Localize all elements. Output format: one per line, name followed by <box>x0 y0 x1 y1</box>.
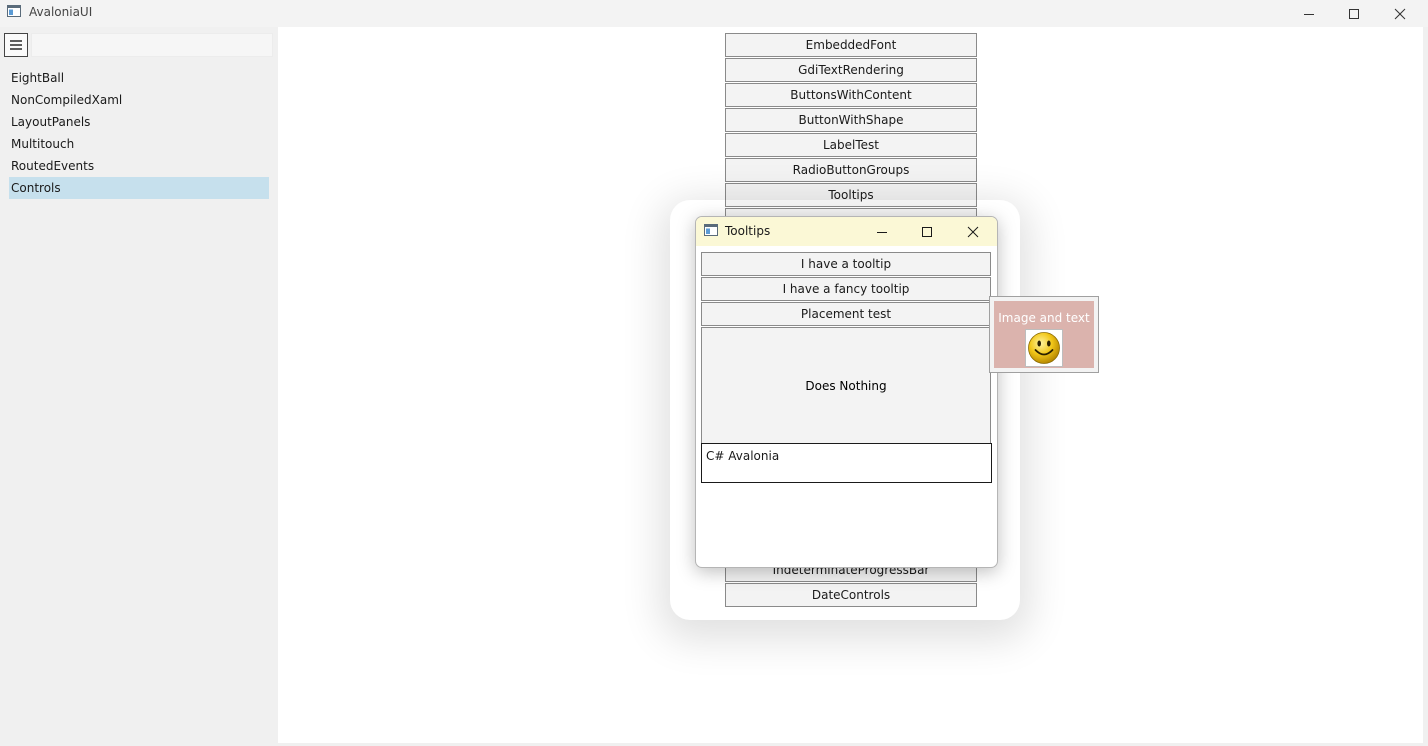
right-border <box>1423 27 1428 746</box>
placement-test-button[interactable]: Placement test <box>701 302 991 326</box>
close-icon <box>967 226 979 237</box>
minimize-button[interactable] <box>1286 0 1332 27</box>
smiley-face-icon <box>1028 332 1060 364</box>
window-title: AvaloniaUI <box>29 5 93 19</box>
dialog-close-button[interactable] <box>953 217 993 246</box>
sidebar-search-input[interactable] <box>31 33 273 57</box>
dialog-minimize-button[interactable] <box>862 217 902 246</box>
buttonswithcontent-button[interactable]: ButtonsWithContent <box>725 83 977 107</box>
datecontrols-button[interactable]: DateControls <box>725 583 977 607</box>
tooltip-text: Image and text <box>998 311 1090 325</box>
sidebar-item-controls[interactable]: Controls <box>9 177 269 199</box>
sidebar: EightBall NonCompiledXaml LayoutPanels M… <box>0 27 278 746</box>
dialog-window-icon <box>704 224 718 236</box>
labeltest-button[interactable]: LabelTest <box>725 133 977 157</box>
dialog-title-bar[interactable]: Tooltips <box>696 217 997 246</box>
sidebar-item-eightball[interactable]: EightBall <box>9 67 269 89</box>
sidebar-item-layoutpanels[interactable]: LayoutPanels <box>9 111 269 133</box>
sidebar-item-routedevents[interactable]: RoutedEvents <box>9 155 269 177</box>
maximize-icon <box>922 226 932 237</box>
sidebar-list: EightBall NonCompiledXaml LayoutPanels M… <box>9 67 269 199</box>
hamburger-icon <box>10 40 22 50</box>
title-bar[interactable]: AvaloniaUI <box>0 0 1428 27</box>
tooltips-dialog: Tooltips I have a tooltip I have a fancy… <box>695 216 998 568</box>
maximize-button[interactable] <box>1331 0 1377 27</box>
minimize-icon <box>1304 13 1314 15</box>
close-icon <box>1394 8 1406 19</box>
radiobuttongroups-button[interactable]: RadioButtonGroups <box>725 158 977 182</box>
dialog-title: Tooltips <box>725 224 771 238</box>
minimize-icon <box>877 231 887 233</box>
tooltip-image <box>1025 329 1063 367</box>
buttonwithshape-button[interactable]: ButtonWithShape <box>725 108 977 132</box>
close-button[interactable] <box>1377 0 1423 27</box>
gditextrendering-button[interactable]: GdiTextRendering <box>725 58 977 82</box>
main-window: AvaloniaUI EightBall NonCompiledXaml Lay… <box>0 0 1428 746</box>
sidebar-item-noncompiledxaml[interactable]: NonCompiledXaml <box>9 89 269 111</box>
does-nothing-button[interactable]: Does Nothing <box>701 327 991 444</box>
hamburger-menu-button[interactable] <box>4 33 28 57</box>
maximize-icon <box>1349 8 1359 19</box>
dialog-maximize-button[interactable] <box>907 217 947 246</box>
tooltips-button[interactable]: Tooltips <box>725 183 977 207</box>
tooltip-button[interactable]: I have a tooltip <box>701 252 991 276</box>
fancy-tooltip-popup: Image and text <box>989 296 1099 373</box>
embeddedfont-button[interactable]: EmbeddedFont <box>725 33 977 57</box>
fancy-tooltip-button[interactable]: I have a fancy tooltip <box>701 277 991 301</box>
sidebar-item-multitouch[interactable]: Multitouch <box>9 133 269 155</box>
app-window-icon <box>7 5 21 17</box>
text-box[interactable] <box>701 443 992 483</box>
tooltip-content: Image and text <box>994 301 1094 368</box>
